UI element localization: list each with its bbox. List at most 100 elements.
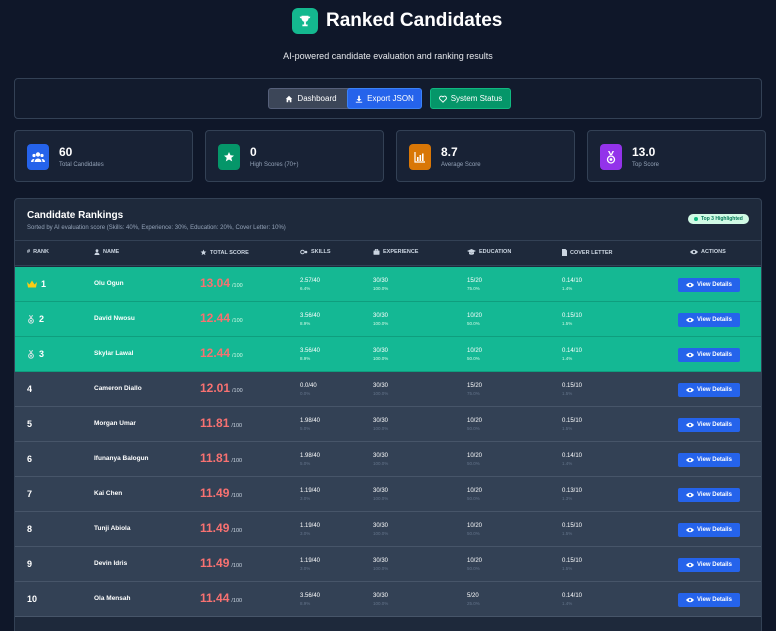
skills-value: 1.19/40 (300, 523, 321, 529)
education-value: 10/20 (467, 348, 483, 354)
score-denominator: /100 (232, 318, 243, 324)
candidate-name: Kai Chen (94, 490, 123, 497)
table-row: 4 Cameron Diallo 12.01/100 0.0/40 0.0% 30/30 1… (15, 372, 761, 407)
col-education-label: EDUCATION (479, 249, 512, 255)
export-json-button[interactable]: Export JSON (347, 88, 422, 109)
education-percent: 50.0% (467, 356, 480, 361)
experience-score: 30/30 100.0% (373, 452, 388, 468)
dashboard-button[interactable]: Dashboard (268, 88, 354, 109)
experience-score: 30/30 100.0% (373, 382, 388, 398)
view-details-button[interactable]: View Details (678, 278, 740, 292)
education-score: 10/20 50.0% (467, 557, 482, 573)
col-name[interactable]: NAME (94, 249, 119, 255)
cover-letter-percent: 1.4% (562, 601, 573, 606)
candidate-name: David Nwosu (94, 315, 135, 322)
score-denominator: /100 (231, 598, 243, 604)
education-score: 10/20 50.0% (467, 347, 482, 363)
view-details-button[interactable]: View Details (678, 313, 740, 327)
education-score: 5/20 25.0% (467, 592, 480, 608)
cover-letter-score: 0.14/10 1.4% (562, 452, 582, 468)
education-percent: 50.0% (467, 321, 480, 326)
star-icon (218, 144, 240, 170)
skills-score: 0.0/40 0.0% (300, 382, 317, 398)
score-denominator: /100 (231, 528, 243, 534)
user-icon (94, 249, 100, 255)
candidate-name: Skylar Lawal (94, 350, 134, 357)
view-details-button[interactable]: View Details (678, 558, 740, 572)
view-details-label: View Details (697, 597, 732, 603)
dashboard-label: Dashboard (297, 94, 337, 103)
candidate-name: Olu Ogun (94, 280, 124, 287)
stat-high-scores: 0 High Scores (70+) (205, 130, 384, 182)
col-total-score[interactable]: TOTAL SCORE (200, 249, 249, 256)
eye-icon (686, 422, 695, 428)
rank-value: 3 (39, 349, 45, 359)
col-education[interactable]: EDUCATION (467, 249, 511, 255)
status-label: System Status (450, 94, 503, 103)
score-denominator: /100 (231, 493, 243, 499)
cover-letter-score: 0.14/10 1.4% (562, 277, 582, 293)
education-value: 10/20 (467, 418, 483, 424)
rank-value: 7 (27, 489, 33, 499)
hash-icon: # (27, 249, 31, 255)
view-details-button[interactable]: View Details (678, 418, 740, 432)
view-details-button[interactable]: View Details (678, 593, 740, 607)
experience-percent: 100.0% (373, 356, 389, 361)
cover-letter-value: 0.15/10 (562, 418, 583, 424)
col-experience[interactable]: EXPERIENCE (373, 249, 418, 255)
experience-value: 30/30 (373, 523, 389, 529)
skills-value: 0.0/40 (300, 383, 317, 389)
education-value: 10/20 (467, 558, 483, 564)
cover-letter-value: 0.14/10 (562, 453, 583, 459)
view-details-button[interactable]: View Details (678, 488, 740, 502)
experience-score: 30/30 100.0% (373, 557, 388, 573)
skills-value: 3.56/40 (300, 348, 321, 354)
rank-value: 2 (39, 314, 45, 324)
skills-value: 1.19/40 (300, 488, 321, 494)
education-percent: 25.0% (467, 601, 480, 606)
view-details-button[interactable]: View Details (678, 523, 740, 537)
view-details-label: View Details (697, 282, 732, 288)
score-value: 11.49 (200, 486, 230, 500)
col-cover-letter[interactable]: COVER LETTER (562, 249, 612, 256)
page-header: Ranked Candidates AI-powered candidate e… (0, 0, 776, 70)
view-details-button[interactable]: View Details (678, 453, 740, 467)
cover-letter-percent: 1.4% (562, 356, 573, 361)
briefcase-icon (373, 249, 380, 255)
experience-value: 30/30 (373, 593, 389, 599)
total-score: 11.49/100 (200, 486, 242, 500)
view-details-button[interactable]: View Details (678, 383, 740, 397)
skills-value: 3.56/40 (300, 593, 321, 599)
education-value: 15/20 (467, 383, 483, 389)
view-details-label: View Details (697, 562, 732, 568)
system-status-button[interactable]: System Status (430, 88, 511, 109)
experience-value: 30/30 (373, 348, 389, 354)
experience-percent: 100.0% (373, 531, 389, 536)
view-details-button[interactable]: View Details (678, 348, 740, 362)
rank-value: 6 (27, 454, 33, 464)
skills-percent: 8.9% (300, 321, 311, 326)
stat-top-score: 13.0 Top Score (587, 130, 766, 182)
cover-letter-percent: 1.5% (562, 426, 573, 431)
education-percent: 75.0% (467, 391, 480, 396)
page-title: Ranked Candidates (326, 10, 503, 31)
eye-icon (686, 352, 695, 358)
skills-value: 3.56/40 (300, 313, 321, 319)
toolbar: Dashboard Export JSON System Status (14, 78, 762, 119)
cover-letter-value: 0.13/10 (562, 488, 583, 494)
score-value: 11.81 (200, 416, 230, 430)
score-denominator: /100 (232, 353, 243, 359)
view-details-label: View Details (697, 387, 732, 393)
experience-value: 30/30 (373, 453, 389, 459)
cover-letter-score: 0.15/10 1.5% (562, 557, 582, 573)
col-skills[interactable]: SKILLS (300, 249, 331, 255)
col-experience-label: EXPERIENCE (383, 249, 419, 255)
cover-letter-percent: 1.4% (562, 461, 573, 466)
experience-score: 30/30 100.0% (373, 417, 388, 433)
total-score: 12.44/100 (200, 311, 243, 325)
cover-letter-score: 0.15/10 1.5% (562, 522, 582, 538)
col-rank[interactable]: # RANK (27, 249, 49, 255)
skills-score: 1.19/40 3.0% (300, 522, 320, 538)
rank-cell: 7 (27, 489, 32, 499)
cover-letter-value: 0.14/10 (562, 348, 583, 354)
